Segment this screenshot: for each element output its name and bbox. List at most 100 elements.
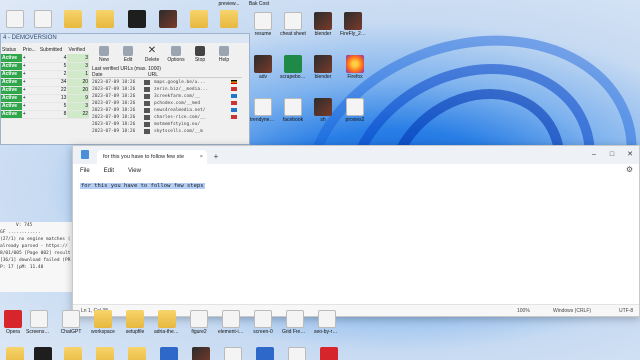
settings-gear-icon[interactable]: ⚙: [626, 165, 633, 174]
menu-edit[interactable]: Edit: [104, 164, 114, 178]
desktop-icon[interactable]: Screenshot 2023-07-08...: [26, 310, 52, 335]
list-item[interactable]: 2023-07-09 18:26 zerin.biz/__media...: [92, 86, 242, 93]
list-item[interactable]: 2023-07-09 18:26 news4realmedia.net/: [92, 107, 242, 114]
list-item[interactable]: 2023-07-09 18:26 charles-rice.com/__: [92, 114, 242, 121]
list-item[interactable]: 2023-07-09 18:26 maps.google.be/u...: [92, 79, 242, 86]
desktop-icon[interactable]: ChatGPT: [58, 310, 84, 335]
close-icon[interactable]: ✕: [621, 146, 639, 164]
verified-url-list[interactable]: 2023-07-09 18:26 maps.google.be/u... 2023…: [92, 79, 242, 135]
desktop-icon[interactable]: workspace: [90, 310, 116, 335]
desktop-icon[interactable]: blender: [310, 12, 336, 37]
doc-icon[interactable]: [252, 347, 278, 360]
zoom-level[interactable]: 100%: [517, 305, 530, 317]
opera-icon: [4, 310, 22, 328]
column-header[interactable]: Submitted: [39, 46, 68, 54]
table-row[interactable]: Active +4 3: [1, 54, 89, 63]
table-header: Status Prio... Submitted Verified: [1, 46, 89, 54]
doc-icon: [62, 310, 80, 328]
image-icon: [222, 310, 240, 328]
desktop-icon[interactable]: [216, 10, 242, 29]
desktop-icon[interactable]: sh: [310, 98, 336, 123]
image-icon: [254, 310, 272, 328]
window-title: 4 - DEMOVERSION: [1, 34, 249, 43]
desktop-icon[interactable]: blender: [310, 55, 336, 80]
table-row[interactable]: Active +5 3: [1, 102, 89, 111]
desktop-icon[interactable]: element-image: [218, 310, 244, 335]
desktop-icon[interactable]: FireFly_202: [340, 12, 366, 37]
desktop-icon[interactable]: [30, 10, 56, 29]
desktop-icon[interactable]: [2, 10, 28, 29]
folder-icon[interactable]: [60, 347, 86, 360]
column-header[interactable]: Status: [1, 46, 22, 54]
desktop-icon[interactable]: [60, 10, 86, 29]
desktop-icon[interactable]: seo-by-ram...: [314, 310, 340, 335]
desktop-icon[interactable]: cheat sheet: [280, 12, 306, 37]
desktop-icon[interactable]: [92, 10, 118, 29]
list-item[interactable]: 2023-07-09 18:26 3creekfarm.com/__: [92, 93, 242, 100]
folder-icon[interactable]: [92, 347, 118, 360]
desktop-icon[interactable]: scrapebox-ap...: [280, 55, 306, 80]
options-button[interactable]: Options: [165, 45, 187, 65]
menu-view[interactable]: View: [128, 164, 141, 178]
notepad-tab[interactable]: for this you have to follow few ste ×: [97, 150, 207, 164]
column-header[interactable]: Prio...: [22, 46, 39, 54]
doc-icon: [346, 98, 364, 116]
desktop-icon[interactable]: facebook: [280, 98, 306, 123]
delete-button[interactable]: ✕ Delete: [141, 45, 163, 65]
notepad-titlebar[interactable]: for this you have to follow few ste × + …: [73, 146, 639, 164]
folder-icon[interactable]: [124, 347, 150, 360]
projects-table[interactable]: Status Prio... Submitted Verified Active…: [1, 46, 89, 119]
desktop-icon[interactable]: [186, 10, 212, 29]
table-row[interactable]: Active +22 20: [1, 86, 89, 95]
table-row[interactable]: Active +2 1: [1, 70, 89, 79]
list-item[interactable]: 2023-07-09 18:26 skytscells.com/__m: [92, 128, 242, 135]
close-tab-icon[interactable]: ×: [200, 150, 203, 164]
desktop-icon[interactable]: preview...: [216, 0, 242, 7]
image-icon[interactable]: [156, 347, 182, 360]
desktop-icon[interactable]: proxies2: [342, 98, 368, 123]
doc-icon[interactable]: [284, 347, 310, 360]
edit-button[interactable]: Edit: [117, 45, 139, 65]
list-item[interactable]: 2023-07-09 18:26 pchodex.com/__med: [92, 100, 242, 107]
desktop-icon[interactable]: Opera: [0, 310, 26, 335]
desktop-icon[interactable]: setupfile: [122, 310, 148, 335]
image-icon[interactable]: [30, 347, 56, 360]
stop-button[interactable]: Stop: [189, 45, 211, 65]
desktop-icon[interactable]: figure2: [186, 310, 212, 335]
doc-icon[interactable]: [220, 347, 246, 360]
new-button[interactable]: New: [93, 45, 115, 65]
list-item[interactable]: 2023-07-09 18:26 motmemfstying.eu/: [92, 121, 242, 128]
desktop-icon[interactable]: resume: [250, 12, 276, 37]
desktop-icon[interactable]: [155, 10, 181, 29]
column-header[interactable]: Verified: [67, 46, 89, 54]
folder-icon[interactable]: [2, 347, 28, 360]
maximize-icon[interactable]: □: [603, 146, 621, 164]
selected-text[interactable]: for this you have to follow few steps: [80, 183, 205, 189]
table-row[interactable]: Active +5 3: [1, 62, 89, 71]
desktop-icon[interactable]: screen-0: [250, 310, 276, 335]
desktop-icon[interactable]: Bak Cost: [246, 0, 272, 7]
table-row[interactable]: Active +8 22: [1, 110, 89, 119]
help-button[interactable]: Help: [213, 45, 235, 65]
desktop-icon[interactable]: trendynewsbl...: [250, 98, 276, 123]
notepad-window[interactable]: for this you have to follow few ste × + …: [72, 145, 640, 317]
new-tab-button[interactable]: +: [209, 150, 223, 164]
minimize-icon[interactable]: –: [585, 146, 603, 164]
table-row[interactable]: Active +34 20: [1, 78, 89, 87]
table-row[interactable]: Active +13 9: [1, 94, 89, 103]
image-icon[interactable]: [316, 347, 342, 360]
prio-cell: +: [21, 86, 39, 95]
desktop-icon[interactable]: adv: [250, 55, 276, 80]
desktop-icon[interactable]: Firefox: [342, 55, 368, 80]
desktop-icon[interactable]: Grid Free ECommerce...: [282, 310, 308, 335]
image-icon[interactable]: [188, 347, 214, 360]
url-column-header[interactable]: URL: [148, 72, 158, 78]
menu-file[interactable]: File: [80, 164, 90, 178]
desktop-icon[interactable]: [124, 10, 150, 29]
date-column-header[interactable]: Date: [92, 72, 148, 78]
text-editor[interactable]: for this you have to follow few steps: [73, 178, 639, 304]
encoding[interactable]: UTF-8: [619, 305, 633, 317]
line-ending[interactable]: Windows (CRLF): [553, 305, 591, 317]
submitter-window[interactable]: 4 - DEMOVERSION Status Prio... Submitted…: [0, 33, 250, 145]
desktop-icon[interactable]: adria-theme2: [154, 310, 180, 335]
